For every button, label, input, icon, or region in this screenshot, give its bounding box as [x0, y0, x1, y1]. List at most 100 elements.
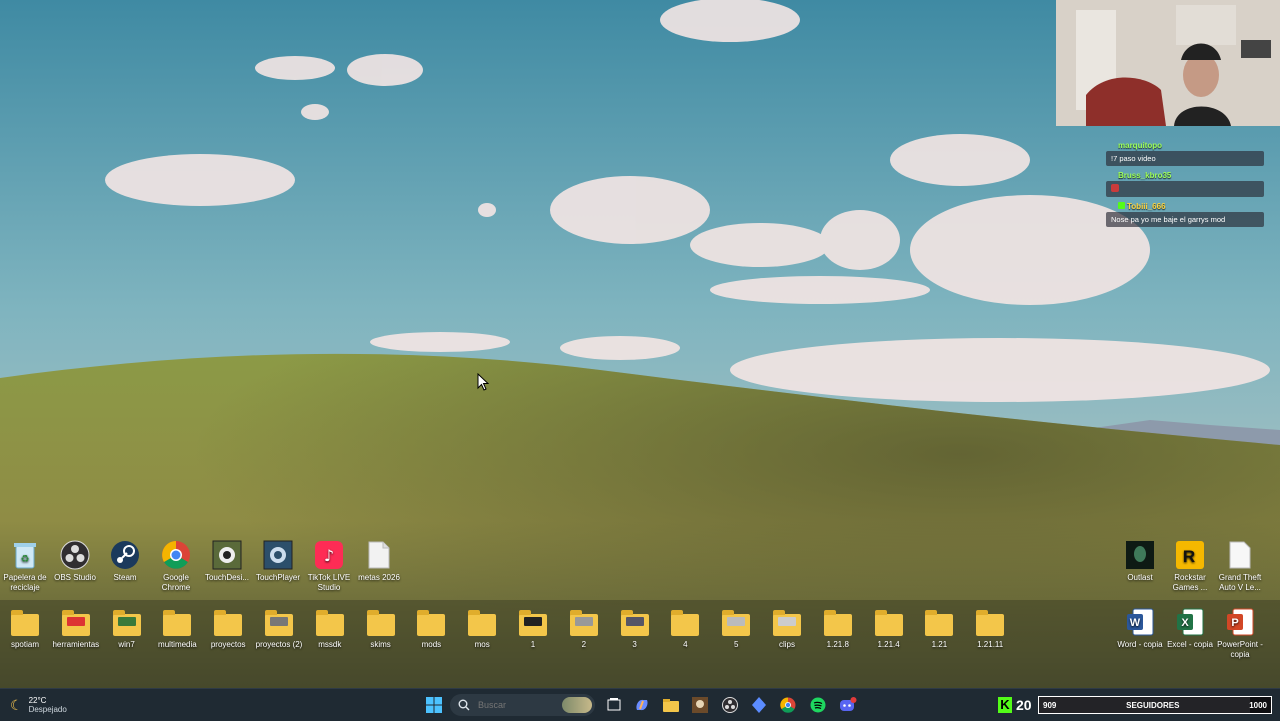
- excel-icon: X: [1175, 607, 1205, 637]
- folder-icon: [315, 607, 345, 637]
- folder-icon: [112, 607, 142, 637]
- desktop-icon-steam[interactable]: Steam: [100, 540, 150, 583]
- folder-icon: [620, 607, 650, 637]
- desktop-icon-obs[interactable]: OBS Studio: [50, 540, 100, 583]
- desktop-folder[interactable]: 3: [610, 607, 660, 650]
- chat-message: Tobiii_666 Nose pa yo me baje el garrys …: [1106, 201, 1264, 227]
- taskbar-file-explorer[interactable]: [661, 695, 681, 715]
- desktop-folder[interactable]: 1.21.11: [965, 607, 1015, 650]
- svg-text:P: P: [1231, 617, 1238, 629]
- desktop-folder[interactable]: 1.21.4: [864, 607, 914, 650]
- search-highlight-icon: [562, 697, 592, 713]
- taskbar-chrome[interactable]: [778, 695, 798, 715]
- folder-icon: [61, 607, 91, 637]
- desktop-icon-touchplayer[interactable]: TouchPlayer: [253, 540, 303, 583]
- desktop-icon-touchdesigner[interactable]: TouchDesi...: [202, 540, 252, 583]
- desktop-folder[interactable]: 1.21: [914, 607, 964, 650]
- desktop-folder[interactable]: multimedia: [152, 607, 202, 650]
- desktop-folder[interactable]: proyectos: [203, 607, 253, 650]
- desktop-icon-recycle-bin[interactable]: ♻ Papelera de reciclaje: [0, 540, 50, 593]
- desktop-icon-chrome[interactable]: Google Chrome: [151, 540, 201, 593]
- icon-label: win7: [118, 640, 135, 649]
- kick-logo-icon: K: [998, 697, 1012, 713]
- desktop-folder[interactable]: proyectos (2): [254, 607, 304, 650]
- taskbar-obs[interactable]: [720, 695, 740, 715]
- goal-current: 909: [1043, 700, 1057, 710]
- tiktok-icon: ♪: [314, 540, 344, 570]
- icon-label: Excel - copia: [1167, 640, 1213, 649]
- folder-icon: [670, 607, 700, 637]
- weather-temp: 22°C: [28, 696, 47, 705]
- outlast-icon: [1125, 540, 1155, 570]
- task-view-icon: [607, 698, 621, 711]
- desktop-folder[interactable]: 2: [559, 607, 609, 650]
- search-input[interactable]: [476, 699, 550, 711]
- chat-text: !7 paso video: [1106, 151, 1264, 166]
- taskbar-app[interactable]: [749, 695, 769, 715]
- text-file-icon: [364, 540, 394, 570]
- svg-text:♪: ♪: [324, 546, 334, 565]
- stream-chat: marquitopo !7 paso video Bruss_kbro35 To…: [1106, 140, 1264, 231]
- desktop-folder[interactable]: mos: [457, 607, 507, 650]
- touchdesigner-icon: [212, 540, 242, 570]
- folder-icon: [467, 607, 497, 637]
- desktop-icon-tiktok-live[interactable]: ♪ TikTok LIVE Studio: [304, 540, 354, 593]
- desktop-icon-outlast[interactable]: Outlast: [1115, 540, 1165, 583]
- desktop-folder[interactable]: win7: [102, 607, 152, 650]
- desktop-folder[interactable]: spotiam: [0, 607, 50, 650]
- taskbar-discord[interactable]: [838, 695, 858, 715]
- desktop-icon-word[interactable]: W Word - copia: [1115, 607, 1165, 650]
- chat-username: Bruss_kbro35: [1118, 171, 1172, 180]
- svg-text:W: W: [1130, 617, 1141, 629]
- icon-label: 1.21: [931, 640, 948, 649]
- icon-label: mos: [474, 640, 490, 649]
- icon-label: herramientas: [52, 640, 100, 649]
- taskbar-search[interactable]: [450, 694, 595, 716]
- folder-icon: [10, 607, 40, 637]
- desktop-folder[interactable]: clips: [762, 607, 812, 650]
- desktop-folder[interactable]: skims: [356, 607, 406, 650]
- folder-icon: [416, 607, 446, 637]
- desktop-folder[interactable]: 1: [508, 607, 558, 650]
- icon-label: multimedia: [158, 640, 197, 649]
- weather-widget[interactable]: ☾ 22°C Despejado: [10, 694, 67, 716]
- desktop-icon-powerpoint[interactable]: P PowerPoint - copia: [1215, 607, 1265, 660]
- taskbar-copilot[interactable]: [632, 695, 652, 715]
- desktop-folder[interactable]: herramientas: [51, 607, 101, 650]
- follower-goal-bar: 909 SEGUIDORES 1000: [1038, 696, 1272, 714]
- icon-label: proyectos (2): [255, 640, 303, 649]
- icon-label: OBS Studio: [54, 573, 96, 582]
- start-button[interactable]: [424, 695, 444, 715]
- task-view-button[interactable]: [604, 695, 624, 715]
- icon-label: 1: [530, 640, 536, 649]
- desktop-icon-rockstar[interactable]: R Rockstar Games ...: [1165, 540, 1215, 593]
- badge-icon: [1118, 202, 1125, 209]
- obs-icon: [722, 697, 738, 713]
- desktop-icon-metas-2026[interactable]: metas 2026: [354, 540, 404, 583]
- taskbar-spotify[interactable]: [808, 695, 828, 715]
- desktop-icon-gta-v[interactable]: Grand Theft Auto V Le...: [1215, 540, 1265, 593]
- follower-goal-widget: K 20 909 SEGUIDORES 1000: [996, 689, 1280, 721]
- desktop-folder[interactable]: 1.21.8: [813, 607, 863, 650]
- chat-message: marquitopo !7 paso video: [1106, 140, 1264, 166]
- desktop-folder[interactable]: 5: [711, 607, 761, 650]
- desktop-folder[interactable]: mods: [406, 607, 456, 650]
- goal-label: SEGUIDORES: [1126, 700, 1180, 710]
- svg-text:X: X: [1181, 617, 1189, 629]
- taskbar-game[interactable]: [690, 695, 710, 715]
- desktop-folder[interactable]: mssdk: [305, 607, 355, 650]
- taskbar: ☾ 22°C Despejado K 20: [0, 688, 1280, 721]
- folder-icon: [721, 607, 751, 637]
- follower-count: 20: [1016, 697, 1032, 713]
- icon-label: TouchPlayer: [255, 573, 301, 582]
- desktop-icon-excel[interactable]: X Excel - copia: [1165, 607, 1215, 650]
- chat-text: [1106, 181, 1264, 197]
- desktop-folder[interactable]: 4: [660, 607, 710, 650]
- folder-icon: [823, 607, 853, 637]
- diamond-icon: [752, 697, 766, 713]
- copilot-icon: [636, 699, 648, 711]
- svg-text:R: R: [1183, 547, 1195, 566]
- chat-username-text: Tobiii_666: [1127, 202, 1166, 211]
- folder-icon: [874, 607, 904, 637]
- folder-icon: [663, 699, 679, 712]
